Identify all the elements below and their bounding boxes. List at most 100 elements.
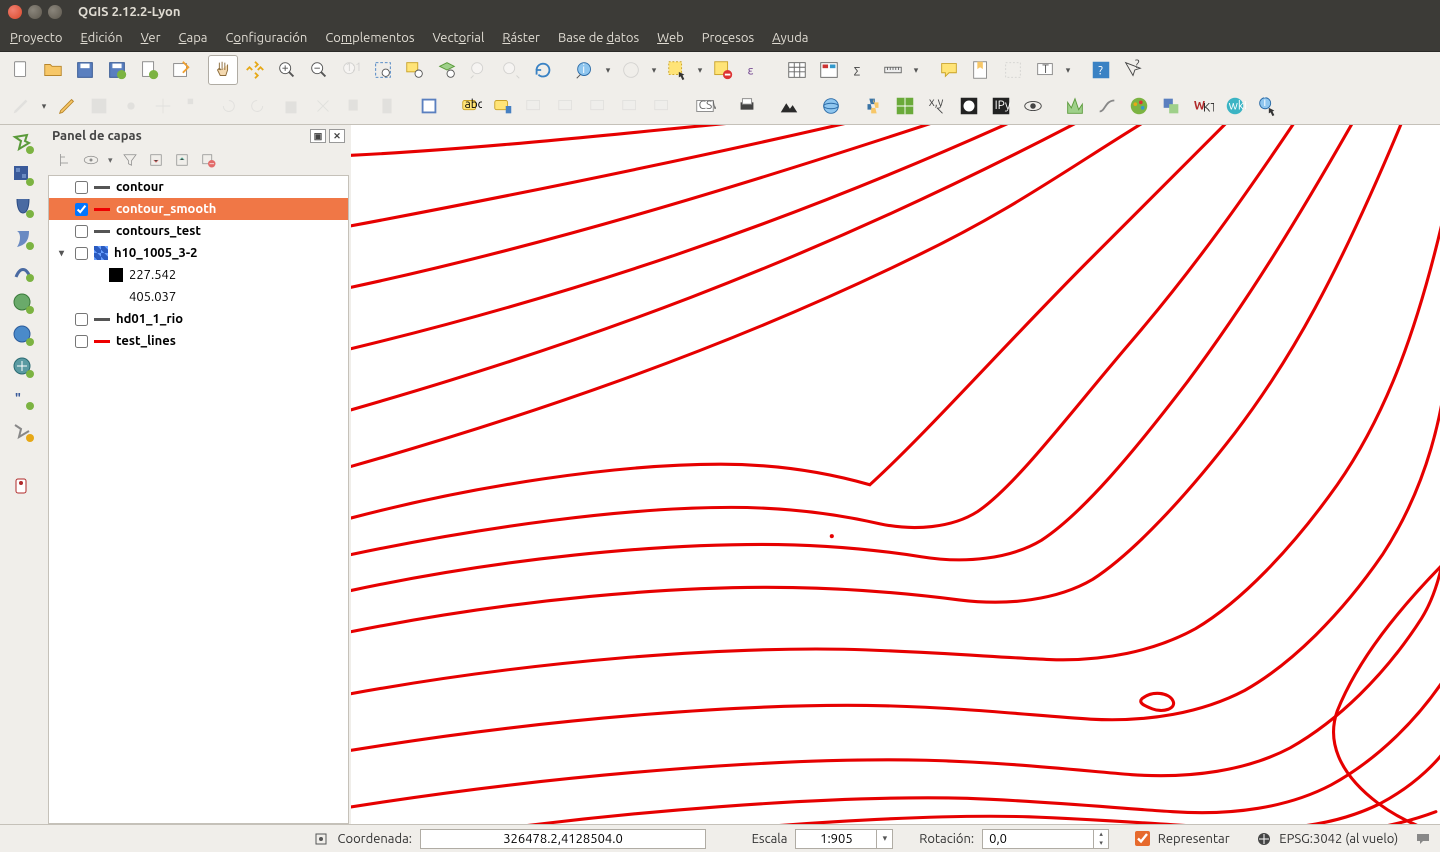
xy-button[interactable]: x,y xyxy=(922,91,952,121)
add-postgis-button[interactable] xyxy=(6,193,40,221)
rotation-spin[interactable]: ▴▾ xyxy=(982,829,1109,849)
python-button[interactable] xyxy=(858,91,888,121)
add-wcs-button[interactable] xyxy=(6,321,40,349)
grass-button[interactable] xyxy=(890,91,920,121)
add-wfs-button[interactable] xyxy=(6,353,40,381)
zoom-in-button[interactable] xyxy=(272,55,302,85)
select-dropdown[interactable] xyxy=(694,55,706,85)
zoom-out-button[interactable] xyxy=(304,55,334,85)
epsg-label[interactable]: EPSG:3042 (al vuelo) xyxy=(1279,832,1398,846)
layer-h10[interactable]: ▾ h10_1005_3-2 xyxy=(49,242,348,264)
save-as-button[interactable] xyxy=(102,55,132,85)
gps-button[interactable] xyxy=(6,473,40,501)
layer-contours-test-checkbox[interactable] xyxy=(75,225,88,238)
current-edits-button[interactable] xyxy=(52,91,82,121)
expression-select-button[interactable]: ε xyxy=(740,55,770,85)
globe-button[interactable] xyxy=(816,91,846,121)
menu-basedatos[interactable]: Base de datos xyxy=(558,31,639,45)
curve-button[interactable] xyxy=(1092,91,1122,121)
layer-hd01[interactable]: hd01_1_rio xyxy=(49,308,348,330)
layers-button[interactable] xyxy=(1156,91,1186,121)
layer-test-lines-checkbox[interactable] xyxy=(75,335,88,348)
pan-button[interactable] xyxy=(208,55,238,85)
rotation-input[interactable] xyxy=(983,830,1093,848)
add-vector-button[interactable] xyxy=(6,129,40,157)
palette-button[interactable] xyxy=(1124,91,1154,121)
open-project-button[interactable] xyxy=(38,55,68,85)
panel-undock-button[interactable]: ▣ xyxy=(310,129,326,143)
help-button[interactable]: ? xyxy=(1086,55,1116,85)
select-features-button[interactable] xyxy=(662,55,692,85)
layer-tree[interactable]: contour contour_smooth contours_test ▾ h… xyxy=(48,175,349,824)
info-pointer-button[interactable]: i xyxy=(1252,91,1282,121)
layer-collapse-icon[interactable] xyxy=(173,151,191,169)
osm-button[interactable] xyxy=(954,91,984,121)
messages-icon[interactable] xyxy=(1414,830,1432,848)
histogram-button[interactable] xyxy=(1060,91,1090,121)
window-maximize-button[interactable] xyxy=(48,5,62,19)
open-table-button[interactable] xyxy=(782,55,812,85)
menu-capa[interactable]: Capa xyxy=(179,31,208,45)
map-tips-button[interactable] xyxy=(934,55,964,85)
menu-ver[interactable]: Ver xyxy=(141,31,161,45)
terrain-button[interactable] xyxy=(774,91,804,121)
wkt-circle-button[interactable]: wkt xyxy=(1220,91,1250,121)
scale-input[interactable] xyxy=(796,830,876,848)
zoom-full-button[interactable] xyxy=(368,55,398,85)
layer-contour-smooth-checkbox[interactable] xyxy=(75,203,88,216)
label-layer-button[interactable]: abc xyxy=(456,91,486,121)
map-canvas[interactable] xyxy=(351,125,1440,824)
layer-style-icon[interactable] xyxy=(56,151,74,169)
stats-button[interactable]: Σ xyxy=(846,55,876,85)
menu-configuracion[interactable]: Configuración xyxy=(226,31,308,45)
layer-contour-smooth[interactable]: contour_smooth xyxy=(49,198,348,220)
print-button[interactable] xyxy=(732,91,762,121)
zoom-selection-button[interactable] xyxy=(400,55,430,85)
measure-button[interactable] xyxy=(878,55,908,85)
menu-procesos[interactable]: Procesos xyxy=(702,31,754,45)
bookmark-button[interactable] xyxy=(966,55,996,85)
annotation-dropdown[interactable] xyxy=(1062,55,1074,85)
label-highlight-button[interactable] xyxy=(488,91,518,121)
add-delimited-button[interactable]: " xyxy=(6,385,40,413)
identify-dropdown[interactable] xyxy=(602,55,614,85)
layer-contour[interactable]: contour xyxy=(49,176,348,198)
wkt-button[interactable]: WKT xyxy=(1188,91,1218,121)
refresh-button[interactable] xyxy=(528,55,558,85)
scale-combo[interactable]: ▾ xyxy=(795,829,893,849)
measure-dropdown[interactable] xyxy=(910,55,922,85)
whats-this-button[interactable]: ? xyxy=(1118,55,1148,85)
identify-button[interactable]: i xyxy=(570,55,600,85)
panel-close-button[interactable]: ✕ xyxy=(329,129,345,143)
preview-button[interactable] xyxy=(1018,91,1048,121)
composer-manager-button[interactable] xyxy=(166,55,196,85)
layer-remove-icon[interactable] xyxy=(199,151,217,169)
csw-button[interactable]: CSW xyxy=(690,91,720,121)
render-checkbox[interactable] xyxy=(1135,831,1150,846)
deselect-button[interactable] xyxy=(708,55,738,85)
layer-visibility-icon[interactable] xyxy=(82,151,100,169)
layer-contour-checkbox[interactable] xyxy=(75,181,88,194)
save-project-button[interactable] xyxy=(70,55,100,85)
menu-web[interactable]: Web xyxy=(657,31,684,45)
menu-vectorial[interactable]: Vectorial xyxy=(432,31,484,45)
field-calc-button[interactable] xyxy=(814,55,844,85)
menu-proyecto[interactable]: Proyecto xyxy=(10,31,62,45)
layer-contours-test[interactable]: contours_test xyxy=(49,220,348,242)
raster-calc-button[interactable] xyxy=(414,91,444,121)
menu-complementos[interactable]: Complementos xyxy=(325,31,414,45)
add-spatialite-button[interactable] xyxy=(6,225,40,253)
menu-edicion[interactable]: Edición xyxy=(80,31,122,45)
pan-to-selection-button[interactable] xyxy=(240,55,270,85)
layer-expand-icon[interactable] xyxy=(147,151,165,169)
add-mssql-button[interactable] xyxy=(6,257,40,285)
new-print-composer-button[interactable] xyxy=(134,55,164,85)
layer-h10-sub1[interactable]: 227.542 xyxy=(49,264,348,286)
crs-icon[interactable] xyxy=(1256,831,1272,847)
new-project-button[interactable] xyxy=(6,55,36,85)
layer-hd01-checkbox[interactable] xyxy=(75,313,88,326)
layer-h10-sub2[interactable]: 405.037 xyxy=(49,286,348,308)
zoom-layer-button[interactable] xyxy=(432,55,462,85)
window-close-button[interactable] xyxy=(8,5,22,19)
ipy-button[interactable]: IPy xyxy=(986,91,1016,121)
